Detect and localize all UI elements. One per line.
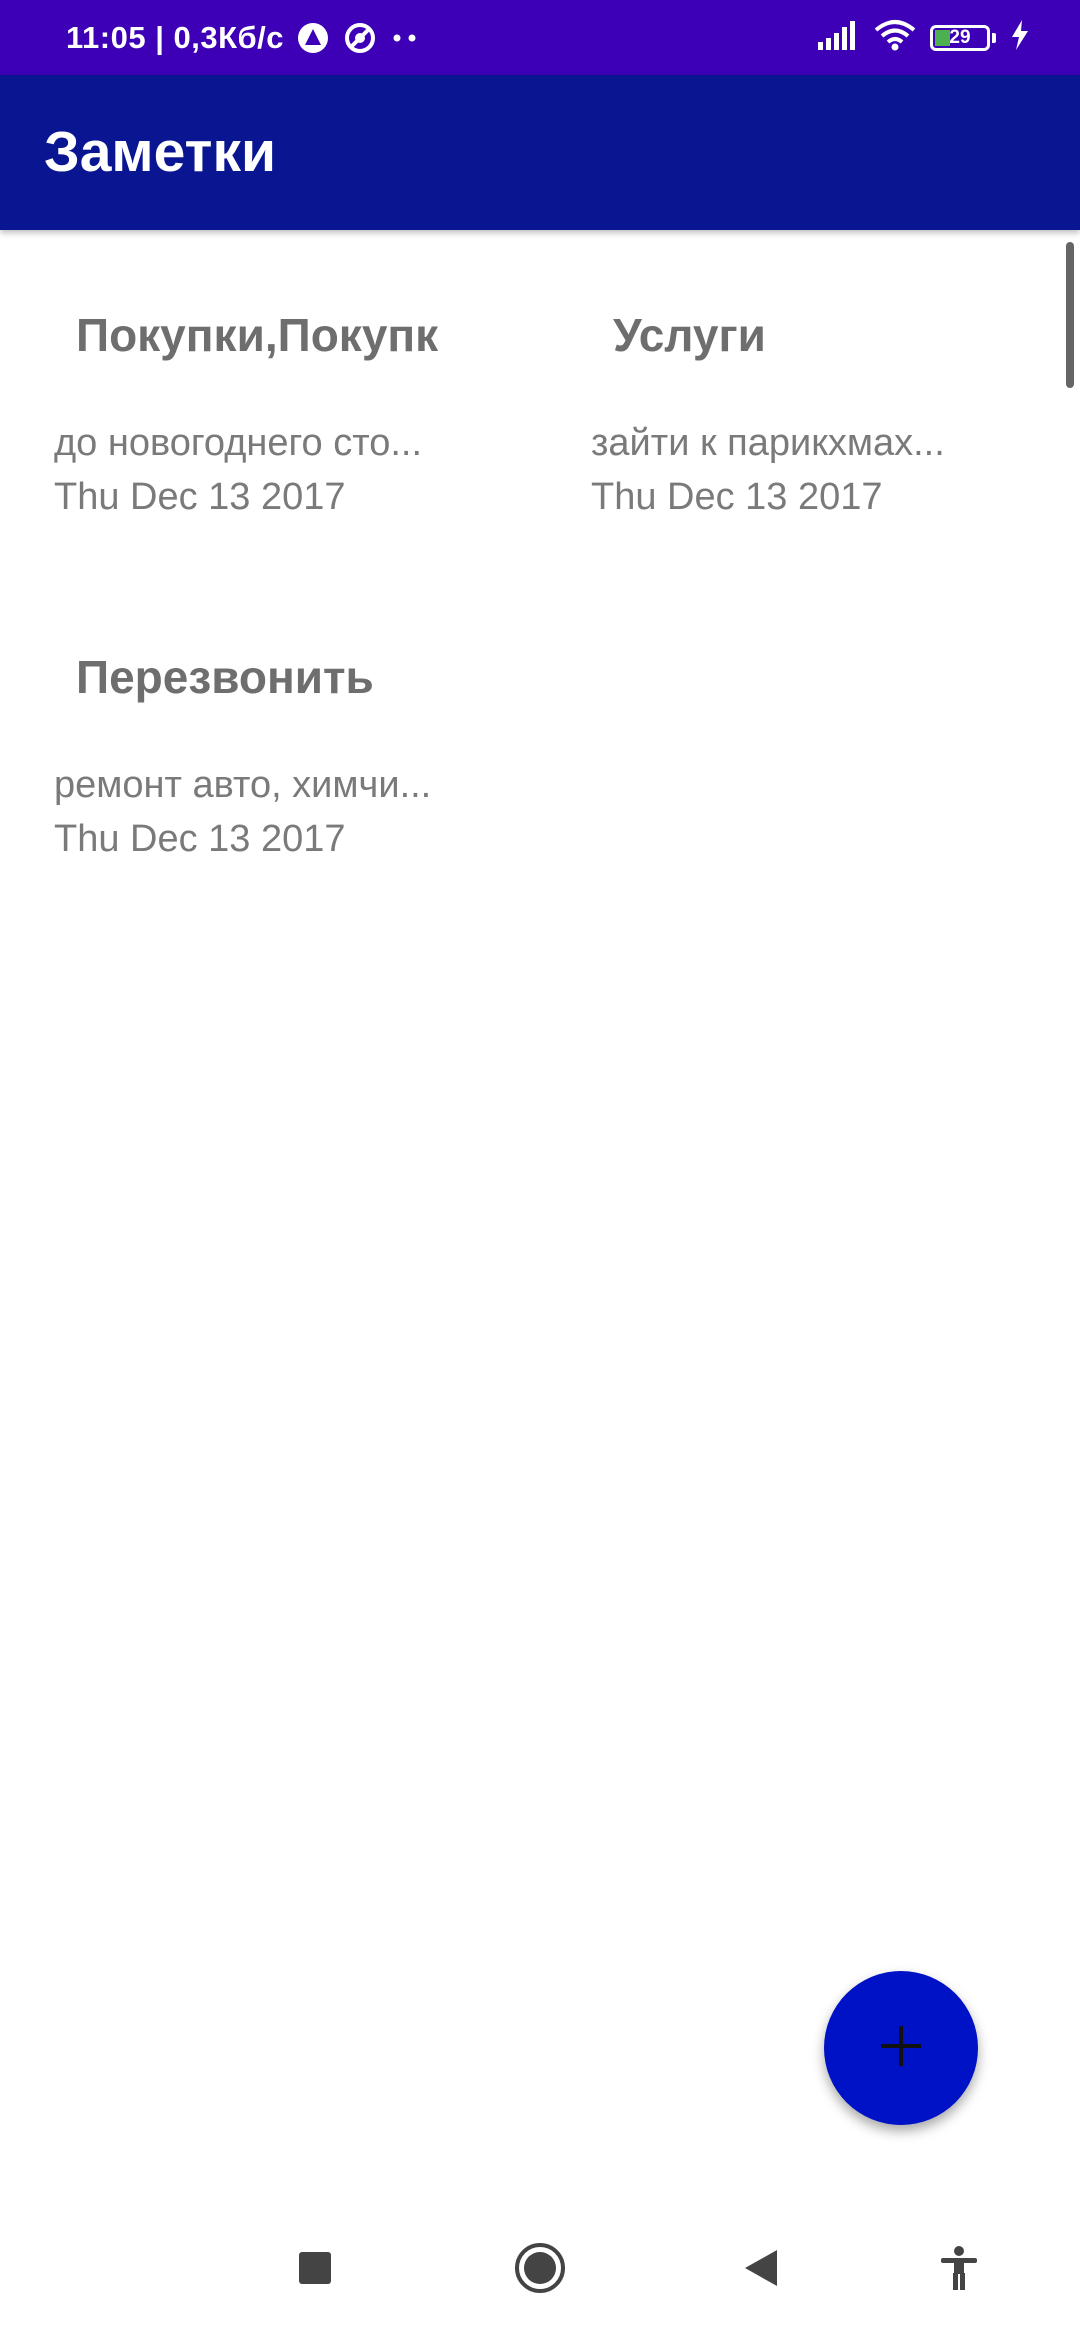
note-text: до новогоднего сто... <box>54 422 422 464</box>
battery-fill <box>935 29 950 46</box>
note-date: Thu Dec 13 2017 <box>591 476 883 518</box>
note-date: Thu Dec 13 2017 <box>54 818 346 860</box>
plus-icon <box>879 2024 923 2073</box>
wifi-icon <box>874 19 916 56</box>
note-title: Покупки,Покупк <box>76 309 439 361</box>
charging-icon <box>1010 20 1030 55</box>
note-text: зайти к парикхмах... <box>591 422 945 464</box>
navigation-bar <box>0 2200 1080 2340</box>
note-date: Thu Dec 13 2017 <box>54 476 346 518</box>
app-bar: Заметки <box>0 75 1080 230</box>
back-button[interactable] <box>721 2230 801 2310</box>
battery-icon: 29 <box>930 24 990 51</box>
accessibility-button[interactable] <box>919 2230 999 2310</box>
back-triangle-icon <box>741 2248 781 2293</box>
note-title: Перезвонить <box>76 651 374 703</box>
note-card[interactable]: Перезвонить ремонт авто, химчи... Thu De… <box>54 572 524 872</box>
more-dots-icon <box>390 33 420 43</box>
status-left: 11:05 | 0,3Кб/с <box>66 0 420 75</box>
signal-icon <box>818 20 860 55</box>
app-title: Заметки <box>44 120 277 184</box>
note-card[interactable]: Услуги зайти к парикхмах... Thu Dec 13 2… <box>591 230 1061 530</box>
recents-button[interactable] <box>275 2230 355 2310</box>
note-text: ремонт авто, химчи... <box>54 764 432 806</box>
note-title: Услуги <box>613 309 766 361</box>
note-card[interactable]: Покупки,Покупк до новогоднего сто... Thu… <box>54 230 524 530</box>
home-circle-icon <box>513 2241 567 2300</box>
battery-tip <box>992 32 996 43</box>
data-saver-icon <box>342 20 378 56</box>
status-right: 29 <box>804 0 1030 75</box>
status-bar: 11:05 | 0,3Кб/с 29 <box>0 0 1080 75</box>
screen: 11:05 | 0,3Кб/с 29 Заметки Покупки,Покуп… <box>0 0 1080 2340</box>
status-time-speed: 11:05 | 0,3Кб/с <box>66 19 284 55</box>
home-button[interactable] <box>500 2230 580 2310</box>
add-note-button[interactable] <box>824 1971 978 2125</box>
autopilot-icon <box>296 21 330 55</box>
accessibility-icon <box>939 2245 979 2295</box>
recents-square-icon <box>298 2251 332 2290</box>
battery-level: 29 <box>949 26 971 48</box>
scrollbar[interactable] <box>1066 242 1074 388</box>
